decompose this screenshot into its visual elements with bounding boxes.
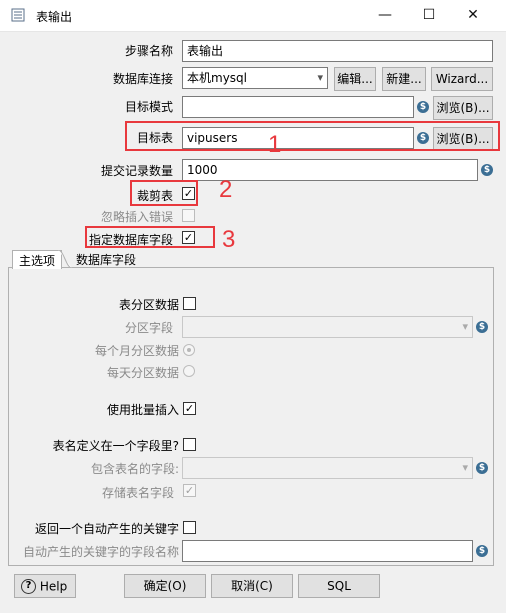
browse-schema-button[interactable]: 浏览(B)... bbox=[433, 96, 493, 120]
table-name-field-select[interactable]: ▾ bbox=[182, 457, 473, 479]
maximize-button[interactable]: ☐ bbox=[408, 0, 450, 30]
partition-field-label: 分区字段 bbox=[124, 321, 173, 335]
partition-data-checkbox[interactable] bbox=[183, 297, 196, 310]
annotation-number-3: 3 bbox=[222, 226, 236, 253]
help-icon: ? bbox=[21, 579, 36, 594]
sql-button[interactable]: SQL bbox=[298, 574, 380, 598]
help-button-label: Help bbox=[39, 579, 68, 594]
store-table-name-field-label: 存储表名字段 bbox=[101, 486, 174, 500]
monthly-partition-radio[interactable] bbox=[183, 344, 195, 356]
new-connection-button[interactable]: 新建... bbox=[382, 67, 426, 91]
minimize-icon: — bbox=[378, 7, 392, 23]
cancel-button[interactable]: 取消(C) bbox=[211, 574, 293, 598]
annotation-number-1: 1 bbox=[268, 131, 282, 158]
monthly-partition-label: 每个月分区数据 bbox=[94, 344, 179, 358]
annotation-box-2 bbox=[130, 180, 198, 206]
annotation-number-2: 2 bbox=[219, 176, 233, 203]
target-schema-input[interactable] bbox=[182, 96, 414, 118]
close-button[interactable]: ✕ bbox=[452, 0, 494, 30]
edit-connection-button[interactable]: 编辑... bbox=[334, 67, 376, 91]
store-table-name-field-checkbox[interactable]: ✓ bbox=[183, 484, 196, 497]
table-name-field-label: 包含表名的字段: bbox=[90, 462, 179, 476]
maximize-icon: ☐ bbox=[422, 7, 436, 23]
title-bar: 表输出 — ☐ ✕ bbox=[0, 0, 506, 32]
window-title: 表输出 bbox=[36, 10, 73, 24]
ignore-insert-errors-checkbox[interactable] bbox=[182, 209, 195, 222]
tab-main-options[interactable]: 主选项 bbox=[12, 250, 63, 269]
chevron-down-icon: ▾ bbox=[317, 71, 323, 84]
variable-icon[interactable]: $ bbox=[417, 101, 429, 113]
help-button[interactable]: ? Help bbox=[14, 574, 76, 598]
tab-curve-decoration bbox=[58, 250, 72, 268]
wizard-button[interactable]: Wizard... bbox=[431, 67, 493, 91]
ok-button[interactable]: 确定(O) bbox=[124, 574, 206, 598]
generated-key-field-input[interactable] bbox=[182, 540, 473, 562]
partition-data-label: 表分区数据 bbox=[118, 298, 179, 312]
generated-key-field-label: 自动产生的关键字的字段名称 bbox=[22, 545, 179, 559]
commit-size-label: 提交记录数量 bbox=[100, 164, 173, 178]
step-name-input[interactable]: 表输出 bbox=[182, 40, 493, 62]
check-icon: ✓ bbox=[184, 402, 195, 415]
target-schema-label: 目标模式 bbox=[124, 100, 173, 114]
db-connection-value: 本机mysql bbox=[187, 71, 247, 85]
minimize-button[interactable]: — bbox=[364, 0, 406, 30]
return-generated-key-label: 返回一个自动产生的关键字 bbox=[34, 522, 179, 536]
variable-icon[interactable]: $ bbox=[476, 321, 488, 333]
table-name-in-field-checkbox[interactable] bbox=[183, 438, 196, 451]
batch-insert-checkbox[interactable]: ✓ bbox=[183, 402, 196, 415]
db-connection-label: 数据库连接 bbox=[112, 72, 173, 86]
close-icon: ✕ bbox=[467, 7, 479, 23]
partition-field-select[interactable]: ▾ bbox=[182, 316, 473, 338]
table-name-in-field-label: 表名定义在一个字段里? bbox=[52, 439, 179, 453]
chevron-down-icon: ▾ bbox=[462, 461, 468, 474]
batch-insert-label: 使用批量插入 bbox=[106, 403, 179, 417]
table-output-icon bbox=[11, 8, 25, 22]
annotation-box-1 bbox=[125, 121, 500, 151]
step-name-label: 步骤名称 bbox=[124, 44, 173, 58]
variable-icon[interactable]: $ bbox=[476, 462, 488, 474]
check-icon: ✓ bbox=[184, 484, 195, 497]
variable-icon[interactable]: $ bbox=[476, 545, 488, 557]
return-generated-key-checkbox[interactable] bbox=[183, 521, 196, 534]
db-connection-select[interactable]: 本机mysql ▾ bbox=[182, 67, 328, 89]
daily-partition-radio[interactable] bbox=[183, 365, 195, 377]
ignore-insert-errors-label: 忽略插入错误 bbox=[100, 210, 173, 224]
chevron-down-icon: ▾ bbox=[462, 320, 468, 333]
radio-selected-dot bbox=[187, 348, 191, 352]
annotation-box-3 bbox=[85, 226, 215, 248]
daily-partition-label: 每天分区数据 bbox=[106, 366, 179, 380]
variable-icon[interactable]: $ bbox=[481, 164, 493, 176]
